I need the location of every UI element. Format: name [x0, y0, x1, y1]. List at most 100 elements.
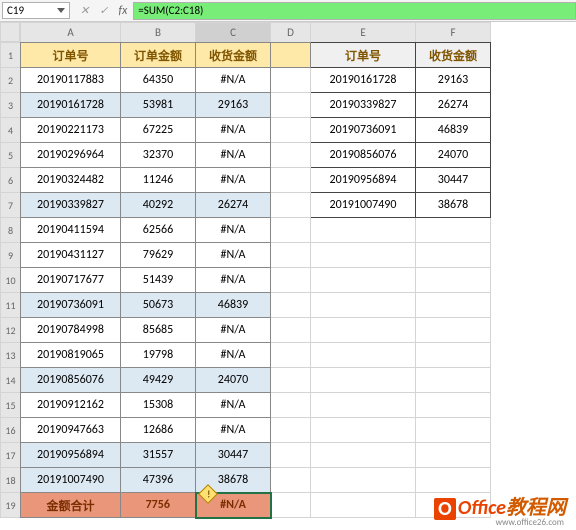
row-header[interactable]: 16	[1, 418, 21, 443]
row-header[interactable]: 12	[1, 318, 21, 343]
cell[interactable]: 20190117883	[21, 68, 121, 93]
row-header[interactable]: 14	[1, 368, 21, 393]
row-header[interactable]: 4	[1, 118, 21, 143]
cell[interactable]: 20190339827	[21, 193, 121, 218]
cell[interactable]: #N/A	[196, 218, 271, 243]
row-header[interactable]: 10	[1, 268, 21, 293]
cell[interactable]: 29163	[196, 93, 271, 118]
row-header[interactable]: 2	[1, 68, 21, 93]
cell[interactable]: 20190717677	[21, 268, 121, 293]
cell[interactable]: #N/A	[196, 393, 271, 418]
cell[interactable]: #N/A	[196, 268, 271, 293]
cells[interactable]: 订单号 订单金额 收货金额 订单号 收货金额 2019011788364350#…	[20, 42, 491, 519]
cell[interactable]: 11246	[121, 168, 196, 193]
cell[interactable]: #N/A	[196, 318, 271, 343]
row-header[interactable]: 7	[1, 193, 21, 218]
cell[interactable]: 20190947663	[21, 418, 121, 443]
cell[interactable]: 20191007490	[21, 468, 121, 493]
cell[interactable]: 20190784998	[21, 318, 121, 343]
cell[interactable]: #N/A	[196, 143, 271, 168]
col-header-e[interactable]: E	[311, 23, 416, 43]
cell[interactable]: 20190912162	[21, 393, 121, 418]
cell[interactable]: 67225	[121, 118, 196, 143]
cell[interactable]: #N/A	[196, 418, 271, 443]
select-all-corner[interactable]	[0, 22, 20, 42]
col-header-b[interactable]: B	[121, 23, 196, 43]
cell[interactable]: 26274	[196, 193, 271, 218]
cell[interactable]: 20190956894	[21, 443, 121, 468]
cell[interactable]: #N/A	[196, 68, 271, 93]
column-headers[interactable]: A B C D E F	[20, 22, 491, 44]
cell[interactable]: 12686	[121, 418, 196, 443]
cell[interactable]: 32370	[121, 143, 196, 168]
lookup-cell[interactable]: 20190856076	[311, 143, 416, 168]
total-label[interactable]: 金额合计	[21, 493, 121, 518]
cell[interactable]: 79629	[121, 243, 196, 268]
cell[interactable]: 24070	[196, 368, 271, 393]
cell[interactable]: #N/A	[196, 343, 271, 368]
cell[interactable]: 20190736091	[21, 293, 121, 318]
cell[interactable]: 31557	[121, 443, 196, 468]
lookup-cell[interactable]: 38678	[416, 193, 491, 218]
cell[interactable]: 49429	[121, 368, 196, 393]
cell[interactable]: 53981	[121, 93, 196, 118]
cell[interactable]: 62566	[121, 218, 196, 243]
lookup-cell[interactable]: 20190161728	[311, 68, 416, 93]
cell[interactable]: 19798	[121, 343, 196, 368]
lookup-header-received[interactable]: 收货金额	[416, 43, 491, 68]
row-header[interactable]: 9	[1, 243, 21, 268]
total-amount[interactable]: 7756	[121, 493, 196, 518]
fx-label[interactable]: fx	[118, 4, 127, 18]
row-headers[interactable]: 12345678910111213141516171819	[0, 42, 21, 518]
cell[interactable]: 85685	[121, 318, 196, 343]
cell[interactable]: 20190411594	[21, 218, 121, 243]
row-header[interactable]: 6	[1, 168, 21, 193]
cell[interactable]: #N/A	[196, 168, 271, 193]
lookup-cell[interactable]: 26274	[416, 93, 491, 118]
cell[interactable]: 20190296964	[21, 143, 121, 168]
header-amount[interactable]: 订单金额	[121, 43, 196, 68]
cell[interactable]: 20190431127	[21, 243, 121, 268]
dropdown-icon[interactable]	[57, 8, 65, 13]
lookup-cell[interactable]: 20190736091	[311, 118, 416, 143]
cell[interactable]: 20190324482	[21, 168, 121, 193]
cell[interactable]: 51439	[121, 268, 196, 293]
confirm-icon[interactable]: ✓	[99, 4, 108, 17]
row-header[interactable]: 19	[1, 493, 21, 518]
cell[interactable]: 46839	[196, 293, 271, 318]
cell[interactable]: #N/A	[196, 118, 271, 143]
lookup-cell[interactable]: 24070	[416, 143, 491, 168]
header-order[interactable]: 订单号	[21, 43, 121, 68]
col-header-f[interactable]: F	[416, 23, 491, 43]
cancel-icon[interactable]: ✕	[80, 4, 89, 17]
col-header-d[interactable]: D	[271, 23, 311, 43]
name-box[interactable]: C19	[2, 2, 70, 19]
cell[interactable]: 40292	[121, 193, 196, 218]
col-header-a[interactable]: A	[21, 23, 121, 43]
lookup-cell[interactable]: 20191007490	[311, 193, 416, 218]
cell[interactable]: 47396	[121, 468, 196, 493]
lookup-header-order[interactable]: 订单号	[311, 43, 416, 68]
row-header[interactable]: 1	[1, 43, 21, 68]
row-header[interactable]: 15	[1, 393, 21, 418]
col-header-c[interactable]: C	[196, 23, 271, 43]
cell[interactable]	[271, 43, 311, 68]
row-header[interactable]: 3	[1, 93, 21, 118]
lookup-cell[interactable]: 46839	[416, 118, 491, 143]
cell[interactable]: 20190819065	[21, 343, 121, 368]
cell[interactable]: 64350	[121, 68, 196, 93]
cell[interactable]: 20190856076	[21, 368, 121, 393]
cell[interactable]: 15308	[121, 393, 196, 418]
lookup-cell[interactable]: 29163	[416, 68, 491, 93]
row-header[interactable]: 13	[1, 343, 21, 368]
cell[interactable]: #N/A	[196, 243, 271, 268]
cell[interactable]: 50673	[121, 293, 196, 318]
cell[interactable]: 20190161728	[21, 93, 121, 118]
row-header[interactable]: 17	[1, 443, 21, 468]
cell[interactable]: 20190221173	[21, 118, 121, 143]
lookup-cell[interactable]: 20190339827	[311, 93, 416, 118]
lookup-cell[interactable]: 20190956894	[311, 168, 416, 193]
row-header[interactable]: 18	[1, 468, 21, 493]
row-header[interactable]: 8	[1, 218, 21, 243]
row-header[interactable]: 11	[1, 293, 21, 318]
